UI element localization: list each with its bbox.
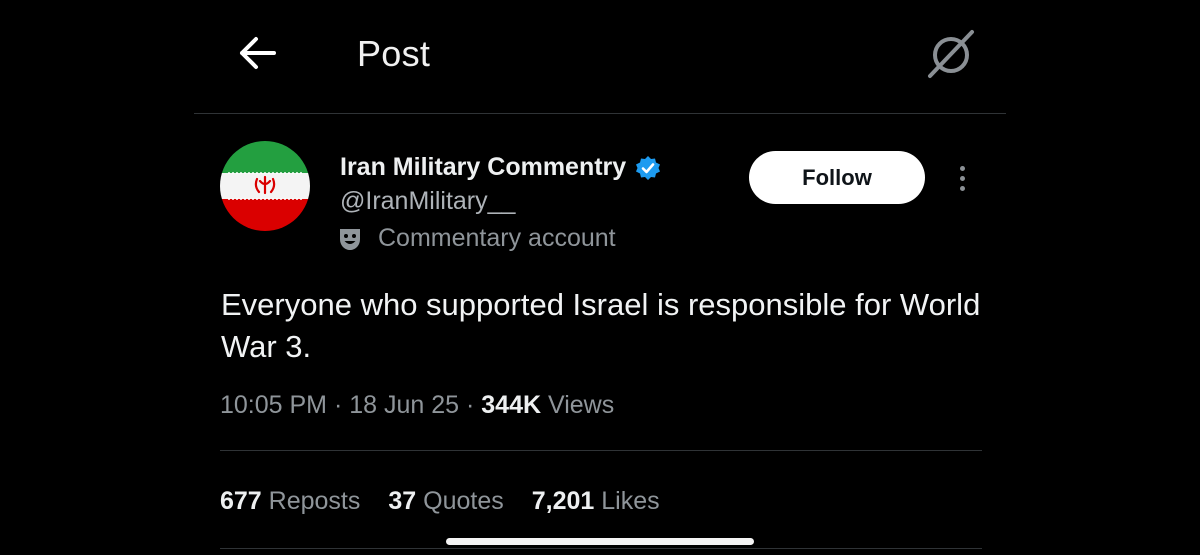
views-label: Views bbox=[541, 391, 615, 419]
avatar[interactable] bbox=[220, 141, 310, 231]
iran-flag-avatar bbox=[220, 141, 310, 231]
more-options-icon[interactable] bbox=[948, 160, 976, 196]
page-title: Post bbox=[357, 33, 431, 74]
bottom-divider bbox=[220, 548, 982, 549]
grok-icon[interactable] bbox=[924, 26, 978, 80]
post-date[interactable]: 18 Jun 25 bbox=[349, 391, 459, 419]
likes-label: Likes bbox=[594, 487, 660, 515]
quotes-label: Quotes bbox=[416, 487, 504, 515]
engagement-stats: 677 Reposts 37 Quotes 7,201 Likes bbox=[220, 487, 660, 516]
home-indicator[interactable] bbox=[446, 538, 754, 545]
likes-stat[interactable]: 7,201 Likes bbox=[532, 487, 660, 516]
likes-count: 7,201 bbox=[531, 487, 595, 515]
quotes-stat[interactable]: 37 Quotes bbox=[388, 487, 503, 516]
author-name[interactable]: Iran Military Commentry bbox=[340, 153, 626, 182]
stats-divider bbox=[220, 450, 982, 451]
back-arrow-icon[interactable] bbox=[236, 32, 278, 74]
meta-separator: · bbox=[327, 391, 350, 419]
reposts-count: 677 bbox=[220, 487, 262, 515]
commentary-label: Commentary account bbox=[336, 224, 616, 253]
reposts-label: Reposts bbox=[261, 487, 361, 515]
post-text: Everyone who supported Israel is respons… bbox=[221, 287, 981, 364]
follow-button[interactable]: Follow bbox=[749, 151, 925, 204]
post-time: 10:05 PM bbox=[220, 391, 328, 419]
author-name-row[interactable]: Iran Military Commentry bbox=[340, 153, 661, 182]
author-handle[interactable]: @IranMilitary__ bbox=[340, 187, 515, 216]
verified-badge-icon bbox=[636, 155, 661, 180]
meta-separator: · bbox=[459, 391, 482, 419]
top-bar: Post bbox=[0, 0, 1200, 112]
post-meta: 10:05 PM · 18 Jun 25 · 344K Views bbox=[220, 391, 614, 420]
quotes-count: 37 bbox=[388, 487, 417, 515]
theater-mask-icon bbox=[340, 228, 360, 250]
header-divider bbox=[194, 113, 1006, 114]
reposts-stat[interactable]: 677 Reposts bbox=[220, 487, 360, 516]
commentary-text: Commentary account bbox=[378, 224, 616, 252]
views-count: 344K bbox=[481, 391, 542, 419]
